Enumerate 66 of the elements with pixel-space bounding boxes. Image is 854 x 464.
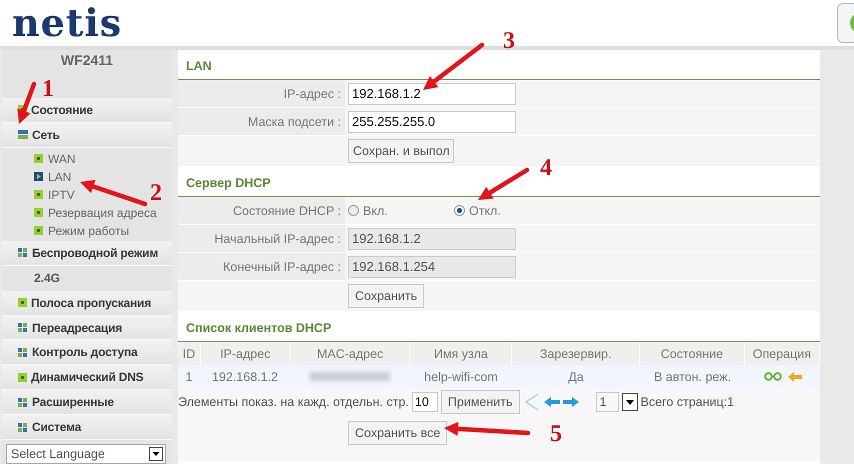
arrow-left-icon[interactable] [788, 372, 802, 382]
field-label: Конечный IP-адрес : [178, 253, 345, 280]
sidebar-item[interactable]: Переадресация [2, 316, 172, 340]
square-icon [34, 226, 43, 236]
field-label: Состояние DHCP : [178, 197, 345, 224]
sidebar-item[interactable]: Беспроводной режим [2, 240, 172, 266]
save-button[interactable]: Сохран. и выпол [348, 139, 454, 163]
sidebar-item[interactable]: Система [2, 415, 172, 440]
expanded-icon [18, 130, 28, 140]
sidebar-item[interactable]: Сеть [2, 122, 172, 148]
submenu-item[interactable]: Режим работы [2, 222, 130, 240]
table-cell-text: 192.168.1.2 [210, 370, 280, 384]
square-icon [18, 372, 27, 382]
dropdown-icon [149, 446, 163, 461]
submenu-item[interactable]: IPTV [2, 186, 75, 204]
arrow-right-icon[interactable] [562, 396, 578, 406]
save-button[interactable]: Сохранить [348, 284, 424, 308]
radio-option[interactable]: Вкл. [348, 204, 454, 218]
table-cell-text: В автон. реж. [652, 370, 732, 384]
link-icon[interactable] [764, 372, 782, 381]
sidebar-item[interactable]: Динамический DNS [2, 365, 172, 390]
grid-icon [18, 323, 28, 332]
triangle-icon [34, 172, 43, 182]
arrow [478, 168, 530, 200]
grid-icon [18, 398, 28, 407]
arrow-left-icon[interactable] [544, 396, 560, 406]
save-all-button[interactable]: Сохранить все [348, 421, 448, 445]
input-field[interactable]: 10 [412, 392, 438, 412]
input-field[interactable]: 192.168.1.2 [348, 82, 516, 104]
sidebar-item[interactable]: 2.4G [2, 266, 60, 291]
arrow [423, 42, 484, 90]
arrow [80, 180, 148, 206]
submenu-item[interactable]: LAN [2, 168, 72, 186]
callout-number: 4 [540, 155, 552, 181]
input-field[interactable]: 255.255.255.0 [348, 110, 516, 132]
table-cell-text: help-wifi-com [423, 370, 499, 384]
dropdown-icon[interactable] [622, 392, 638, 410]
square-icon [34, 190, 43, 200]
grid-icon [18, 348, 28, 357]
submenu-item[interactable]: Резервация адреса [2, 204, 157, 222]
callout-number: 2 [150, 180, 162, 206]
field-label: IP-адрес : [178, 80, 345, 107]
table-cell-text: 1 [184, 370, 194, 384]
page-select[interactable]: 1 [596, 392, 618, 412]
per-page-label: Элементы показ. на кажд. отдельн. стр. [178, 394, 409, 408]
chevron-left-icon[interactable] [522, 390, 540, 412]
logo: netis [12, 4, 122, 42]
sidebar-item[interactable]: Полоса пропускания [2, 290, 172, 316]
field-label: Маска подсети : [178, 108, 345, 135]
square-icon [18, 298, 27, 308]
page-count: Всего страниц:1 [640, 394, 734, 408]
field-label: Начальный IP-адрес : [178, 225, 345, 252]
grid-icon [18, 248, 28, 258]
model-name: WF2411 [60, 52, 114, 68]
callout-number: 5 [550, 421, 562, 447]
sidebar-item[interactable]: Состояние [2, 98, 172, 123]
sidebar-item[interactable]: Расширенные [2, 390, 172, 416]
table-cell-text: Да [567, 370, 585, 384]
square-icon [34, 154, 43, 164]
grid-icon [18, 422, 28, 432]
sidebar-item[interactable]: Контроль доступа [2, 340, 172, 366]
submenu-item[interactable]: WAN [2, 150, 76, 168]
radio-option[interactable]: Откл. [454, 204, 560, 218]
square-icon [34, 208, 43, 218]
apply-button[interactable]: Применить [440, 390, 520, 414]
language-select[interactable]: Select Language [6, 444, 166, 464]
